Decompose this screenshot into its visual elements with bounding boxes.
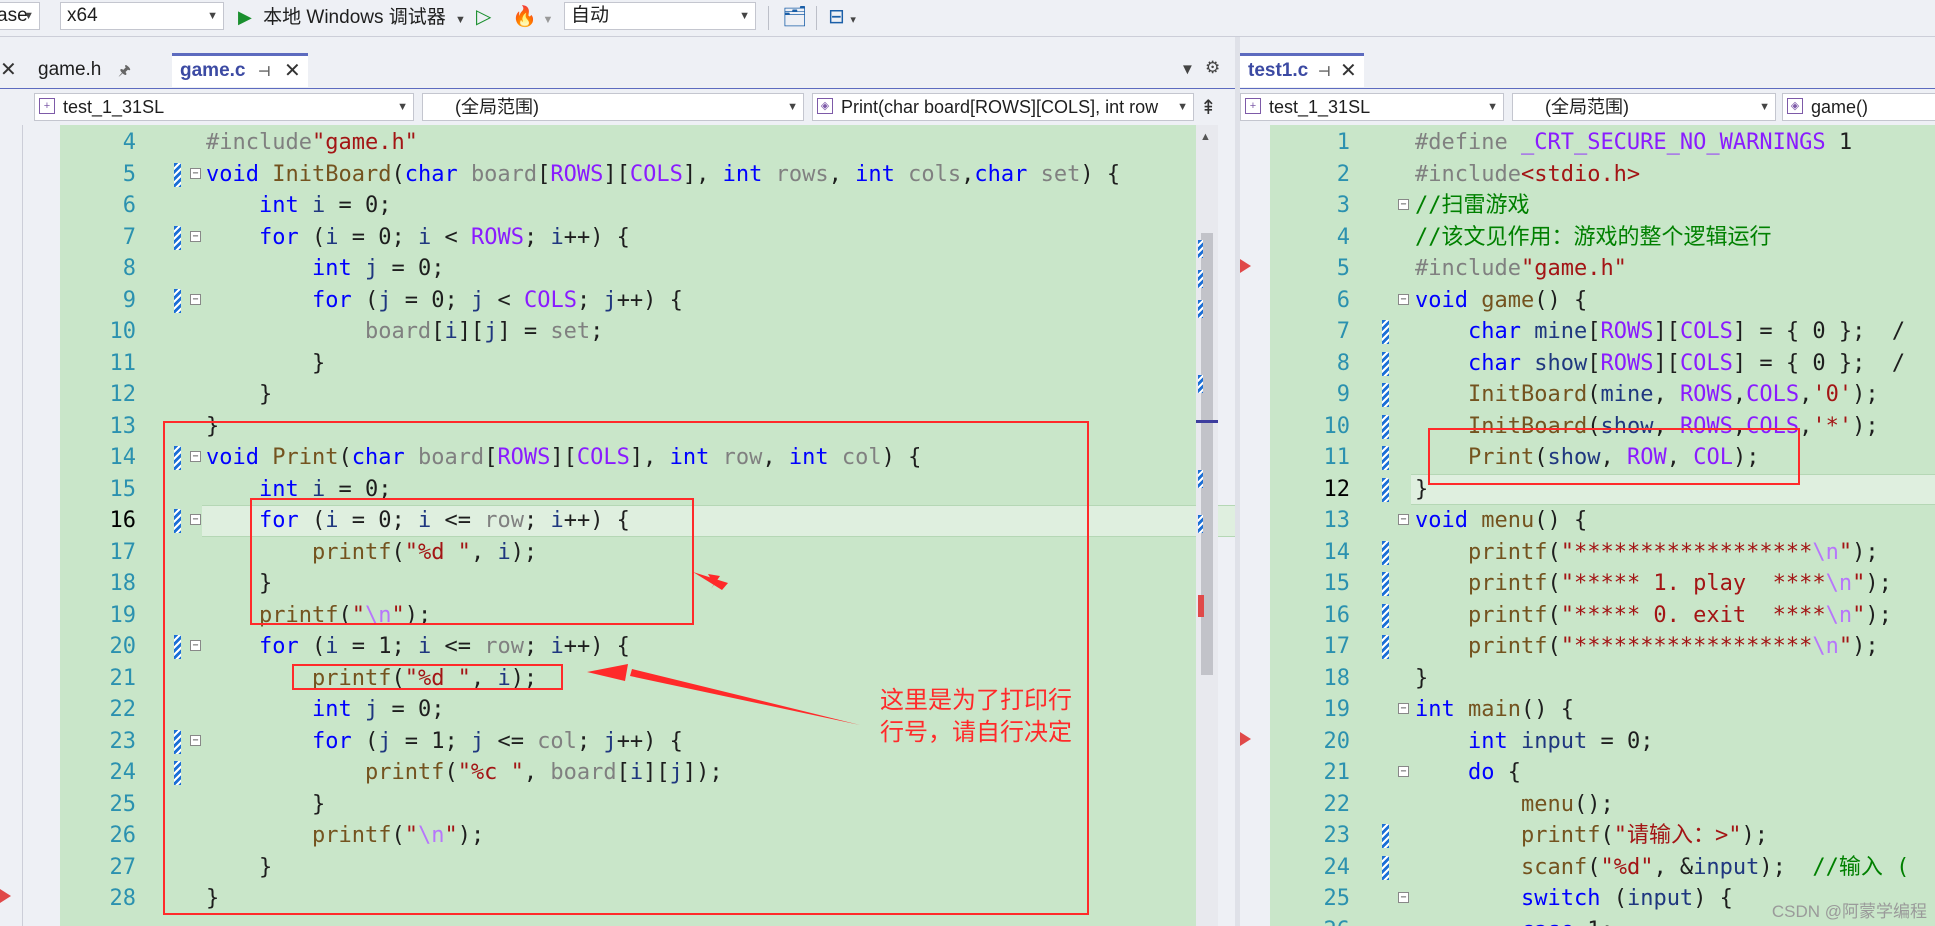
annotation-text: 这里是为了打印行 行号，请自行决定 — [880, 685, 1072, 749]
arrow-line-1 — [708, 574, 860, 659]
annotation-line-2: 行号，请自行决定 — [880, 719, 1072, 746]
annotation-line-1: 这里是为了打印行 — [880, 687, 1072, 714]
annotation-arrows — [587, 572, 860, 725]
arrow-head-2 — [587, 664, 628, 681]
arrow-line-2 — [630, 669, 860, 725]
watermark: CSDN @阿蒙学编程 — [1771, 902, 1927, 921]
